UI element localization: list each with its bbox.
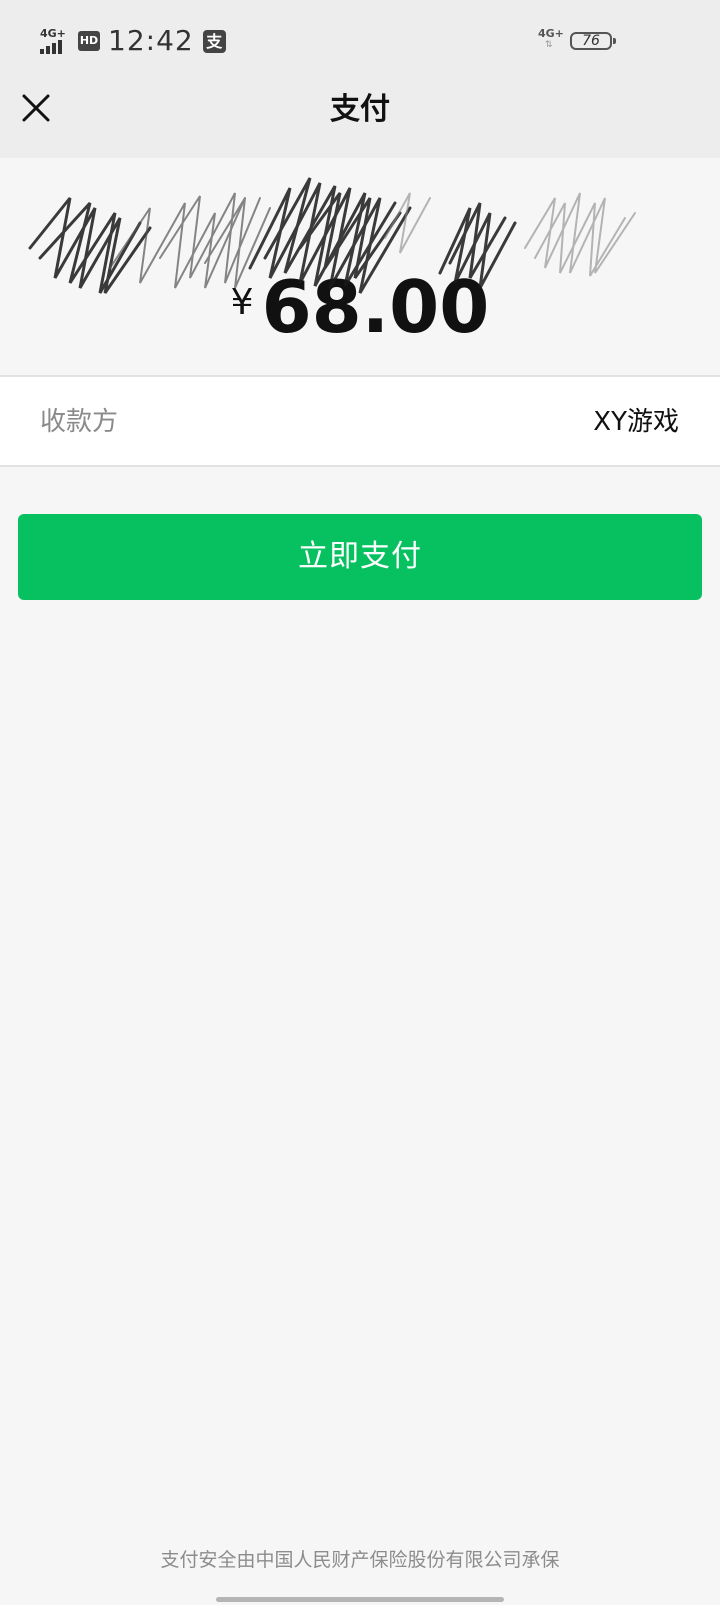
signal-bars-icon: 4G+ [40, 28, 70, 54]
header-zone: 4G+ HD 12:42 支 4G+ ⇅ 76 支付 [0, 0, 720, 158]
status-bar: 4G+ HD 12:42 支 4G+ ⇅ 76 [0, 0, 720, 82]
insurance-notice: 支付安全由中国人民财产保险股份有限公司承保 [160, 1549, 560, 1571]
status-left-group: 4G+ HD 12:42 支 [40, 24, 226, 58]
payee-name: XY游戏 [593, 407, 679, 437]
mobile-data-icon: 4G+ ⇅ [538, 28, 564, 54]
navigation-bar: 支付 [0, 82, 720, 158]
scribble-strokes-mid [109, 192, 271, 289]
data-arrows-icon: ⇅ [545, 40, 553, 50]
payment-screen: 4G+ HD 12:42 支 4G+ ⇅ 76 支付 ¥ 68.00 收款方 X… [0, 0, 720, 1605]
hd-icon: HD [78, 31, 100, 51]
battery-icon: 76 [570, 32, 616, 50]
page-title: 支付 [330, 92, 390, 127]
pay-now-button[interactable]: 立即支付 [18, 514, 702, 600]
battery-level: 76 [582, 33, 600, 49]
payee-label: 收款方 [40, 407, 119, 437]
amount-section: ¥68.00 [0, 158, 720, 374]
status-time: 12:42 [108, 24, 194, 57]
network-type-label: 4G+ [40, 27, 66, 40]
home-indicator[interactable] [216, 1597, 504, 1602]
alipay-notification-icon: 支 [202, 29, 226, 53]
status-right-group: 4G+ ⇅ 76 [538, 26, 616, 56]
mobile-data-label: 4G+ [538, 27, 564, 40]
redaction-scribble [28, 177, 636, 294]
signal-bars [40, 40, 62, 54]
payee-row: 收款方 XY游戏 [0, 375, 720, 467]
scribble-strokes-dark [28, 177, 517, 294]
